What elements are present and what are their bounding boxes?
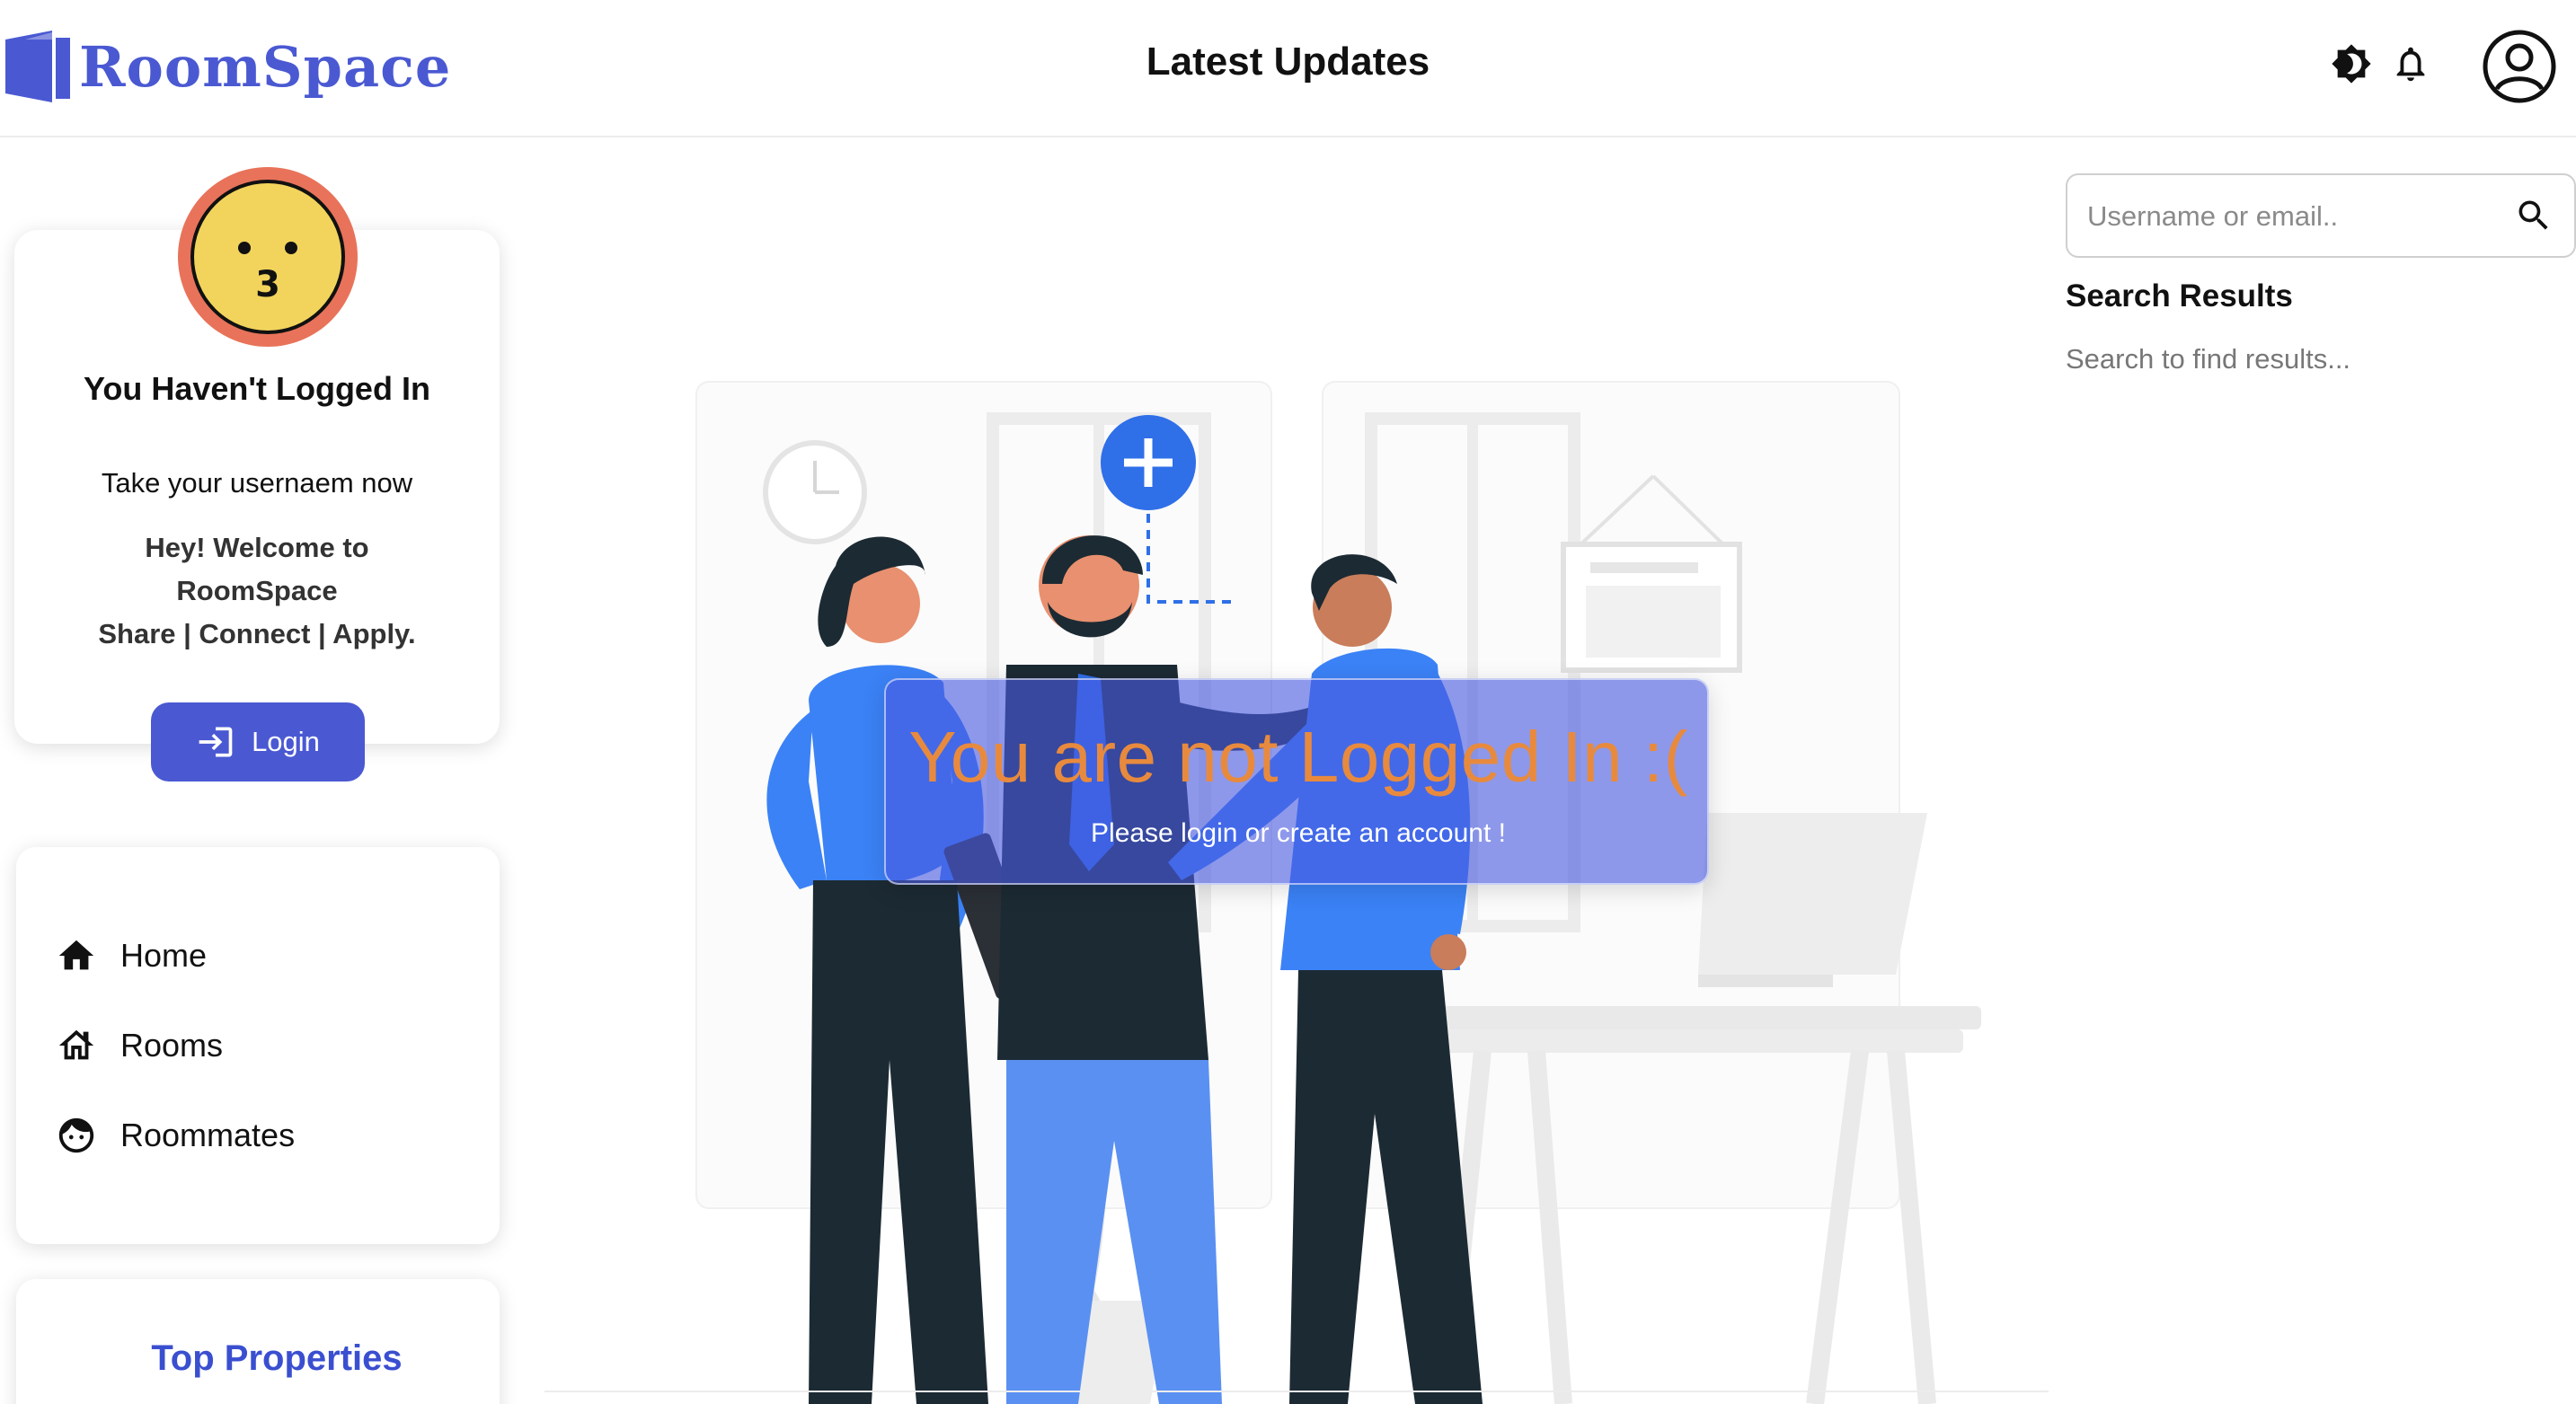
login-icon: [199, 727, 233, 757]
profile-subtitle: Take your usernaem now: [101, 467, 413, 499]
login-required-banner: You are not Logged In :( Please login or…: [884, 678, 1709, 885]
brightness-icon[interactable]: [2331, 43, 2372, 84]
nav-item-home[interactable]: Home: [56, 929, 207, 983]
search-box: [2066, 173, 2576, 258]
top-properties-title: Top Properties: [151, 1338, 403, 1378]
search-empty-text: Search to find results...: [2066, 343, 2351, 375]
house-outline-icon: [58, 1029, 94, 1060]
nav-label: Home: [120, 937, 208, 974]
home-icon: [58, 940, 94, 970]
welcome-tagline: Share | Connect | Apply.: [98, 618, 416, 649]
nav-item-rooms[interactable]: Rooms: [56, 1019, 223, 1073]
page-title: Latest Updates: [1146, 40, 1430, 84]
banner-subtitle: Please login or create an account !: [1091, 818, 1506, 848]
search-input[interactable]: [2087, 191, 2501, 242]
nav-label: Roommates: [120, 1117, 296, 1153]
bell-icon[interactable]: [2390, 43, 2431, 84]
nav-label: Rooms: [120, 1027, 224, 1064]
svg-text:3: 3: [255, 264, 280, 305]
search-results-title: Search Results: [2066, 278, 2293, 313]
face-icon: [58, 1117, 94, 1153]
account-circle-icon[interactable]: [2482, 29, 2557, 104]
search-icon[interactable]: [2514, 196, 2554, 235]
profile-title: You Haven't Logged In: [84, 370, 430, 407]
kissing-face-icon: 3: [176, 165, 359, 349]
app-root: RoomSpace Latest Updates 3 You Haven't L…: [0, 0, 2576, 1404]
top-header: RoomSpace Latest Updates: [0, 0, 2576, 137]
nav-item-roommates[interactable]: Roommates: [56, 1108, 295, 1162]
welcome-message: Hey! Welcome to RoomSpace Share | Connec…: [59, 526, 455, 656]
banner-title: You are not Logged In :(: [908, 717, 1688, 797]
welcome-line: RoomSpace: [176, 575, 338, 606]
divider: [544, 1391, 2049, 1392]
welcome-line: Hey! Welcome to: [145, 532, 369, 563]
login-button[interactable]: Login: [151, 702, 365, 781]
login-label: Login: [252, 726, 320, 757]
